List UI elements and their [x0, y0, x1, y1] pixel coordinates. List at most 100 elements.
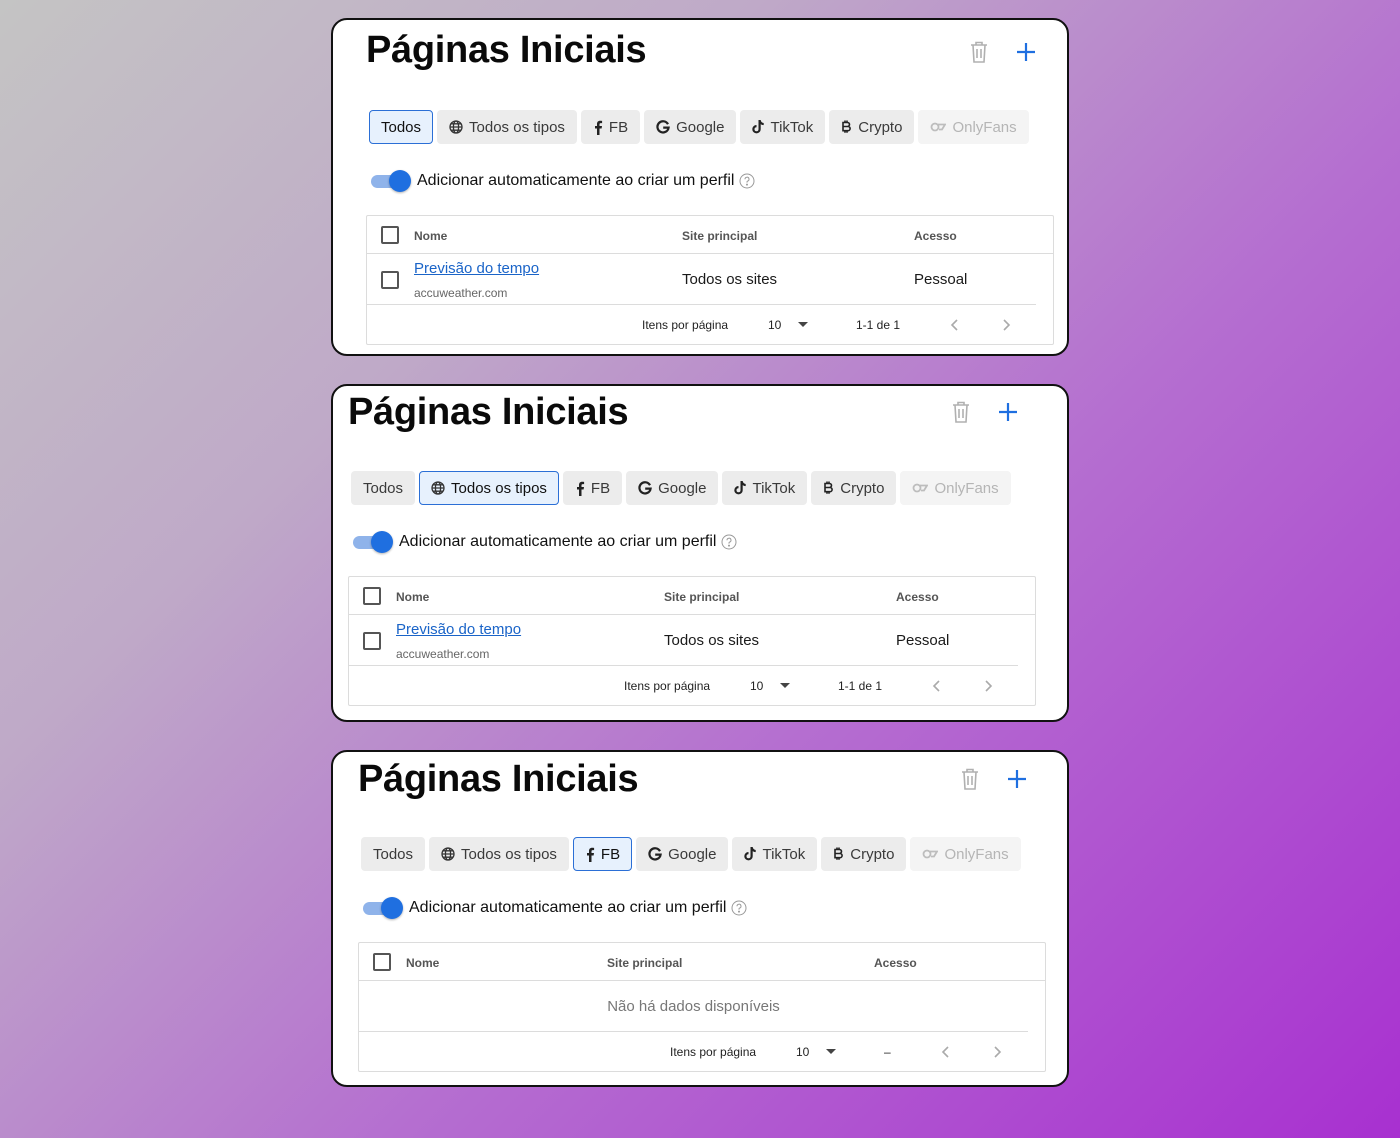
help-icon[interactable] [731, 900, 747, 916]
tab-todos-os-tipos[interactable]: Todos os tipos [429, 837, 569, 871]
trash-icon [971, 41, 987, 63]
row-access: Pessoal [896, 632, 950, 649]
tab-todos[interactable]: Todos [361, 837, 426, 871]
column-header-name[interactable]: Nome [396, 590, 429, 604]
tab-tiktok[interactable]: TikTok [740, 110, 826, 144]
column-header-access[interactable]: Acesso [914, 229, 957, 243]
tab-fb[interactable]: FB [562, 471, 623, 505]
help-icon[interactable] [739, 173, 755, 189]
row-domain: accuweather.com [414, 286, 508, 300]
page-title: Páginas Iniciais [358, 758, 639, 800]
tab-tiktok[interactable]: TikTok [722, 471, 808, 505]
add-button[interactable] [1012, 38, 1040, 66]
table-header: Nome Site principal Acesso [359, 943, 1045, 981]
prev-page-button[interactable] [944, 315, 964, 335]
tab-onlyfans[interactable]: OnlyFans [910, 837, 1021, 871]
type-filter-tabs: Todos Todos os tipos FB Google TikTok Cr… [361, 837, 1021, 871]
tab-todos-os-tipos[interactable]: Todos os tipos [419, 471, 559, 505]
tab-crypto[interactable]: Crypto [811, 471, 897, 505]
empty-state: Não há dados disponíveis [359, 981, 1028, 1032]
home-pages-panel-2: Páginas Iniciais Todos Todos os tipos FB… [331, 384, 1069, 722]
chevron-left-icon [941, 1046, 949, 1058]
row-checkbox[interactable] [363, 632, 381, 650]
column-header-site[interactable]: Site principal [682, 229, 757, 243]
column-header-access[interactable]: Acesso [874, 956, 917, 970]
tab-onlyfans[interactable]: OnlyFans [900, 471, 1011, 505]
help-icon[interactable] [721, 534, 737, 550]
row-name-link[interactable]: Previsão do tempo [414, 260, 539, 277]
tab-todos[interactable]: Todos [369, 110, 434, 144]
select-all-checkbox[interactable] [363, 587, 381, 605]
table-row: Previsão do tempo accuweather.com Todos … [367, 254, 1036, 305]
plus-icon [999, 403, 1017, 421]
pages-table: Nome Site principal Acesso Previsão do t… [348, 576, 1036, 706]
caret-down-icon [780, 683, 790, 688]
add-button[interactable] [994, 398, 1022, 426]
column-header-name[interactable]: Nome [406, 956, 439, 970]
tab-crypto[interactable]: Crypto [821, 837, 907, 871]
tab-google[interactable]: Google [636, 837, 729, 871]
google-icon [648, 847, 662, 861]
page-range: 1-1 de 1 [856, 318, 901, 332]
chevron-right-icon [994, 1046, 1002, 1058]
page-range: 1-1 de 1 [838, 679, 883, 693]
chevron-left-icon [932, 680, 940, 692]
table-header: Nome Site principal Acesso [367, 216, 1053, 254]
page-range: – [884, 1045, 891, 1059]
plus-icon [1017, 43, 1035, 61]
column-header-site[interactable]: Site principal [607, 956, 682, 970]
next-page-button[interactable] [979, 676, 999, 696]
prev-page-button[interactable] [935, 1042, 955, 1062]
tab-todos-os-tipos[interactable]: Todos os tipos [437, 110, 577, 144]
tab-fb[interactable]: FB [572, 837, 633, 871]
onlyfans-icon [923, 849, 939, 859]
auto-add-label: Adicionar automaticamente ao criar um pe… [399, 533, 717, 550]
delete-button[interactable] [965, 38, 993, 66]
auto-add-label: Adicionar automaticamente ao criar um pe… [409, 899, 727, 916]
column-header-site[interactable]: Site principal [664, 590, 739, 604]
tab-fb[interactable]: FB [580, 110, 641, 144]
row-name-link[interactable]: Previsão do tempo [396, 621, 521, 638]
add-button[interactable] [1003, 765, 1031, 793]
delete-button[interactable] [947, 398, 975, 426]
column-header-access[interactable]: Acesso [896, 590, 939, 604]
next-page-button[interactable] [997, 315, 1017, 335]
tab-google[interactable]: Google [644, 110, 737, 144]
column-header-name[interactable]: Nome [414, 229, 447, 243]
pagination: Itens por página 10 1-1 de 1 [367, 305, 1053, 344]
next-page-button[interactable] [988, 1042, 1008, 1062]
row-access: Pessoal [914, 271, 968, 288]
row-site: Todos os sites [664, 632, 760, 649]
tiktok-icon [752, 120, 765, 134]
tab-google[interactable]: Google [626, 471, 719, 505]
caret-down-icon [826, 1049, 836, 1054]
prev-page-button[interactable] [926, 676, 946, 696]
auto-add-toggle[interactable] [369, 170, 411, 192]
type-filter-tabs: Todos Todos os tipos FB Google TikTok Cr… [369, 110, 1029, 144]
bitcoin-icon [842, 120, 852, 133]
tab-todos[interactable]: Todos [351, 471, 416, 505]
tab-crypto[interactable]: Crypto [829, 110, 915, 144]
facebook-icon [576, 481, 585, 496]
pages-table: Nome Site principal Acesso Previsão do t… [366, 215, 1054, 345]
google-icon [656, 120, 670, 134]
delete-button[interactable] [956, 765, 984, 793]
auto-add-row: Adicionar automaticamente ao criar um pe… [369, 170, 755, 192]
facebook-icon [594, 120, 603, 135]
select-all-checkbox[interactable] [381, 226, 399, 244]
items-per-page-select[interactable]: 10 [768, 316, 812, 334]
items-per-page-select[interactable]: 10 [796, 1043, 840, 1061]
row-checkbox[interactable] [381, 271, 399, 289]
facebook-icon [586, 847, 595, 862]
auto-add-label: Adicionar automaticamente ao criar um pe… [417, 172, 735, 189]
items-per-page-select[interactable]: 10 [750, 677, 794, 695]
tab-tiktok[interactable]: TikTok [732, 837, 818, 871]
pages-table: Nome Site principal Acesso Não há dados … [358, 942, 1046, 1072]
select-all-checkbox[interactable] [373, 953, 391, 971]
auto-add-toggle[interactable] [361, 897, 403, 919]
auto-add-toggle[interactable] [351, 531, 393, 553]
tab-onlyfans[interactable]: OnlyFans [918, 110, 1029, 144]
bitcoin-icon [834, 847, 844, 860]
pagination: Itens por página 10 1-1 de 1 [349, 666, 1035, 705]
table-row: Previsão do tempo accuweather.com Todos … [349, 615, 1018, 666]
